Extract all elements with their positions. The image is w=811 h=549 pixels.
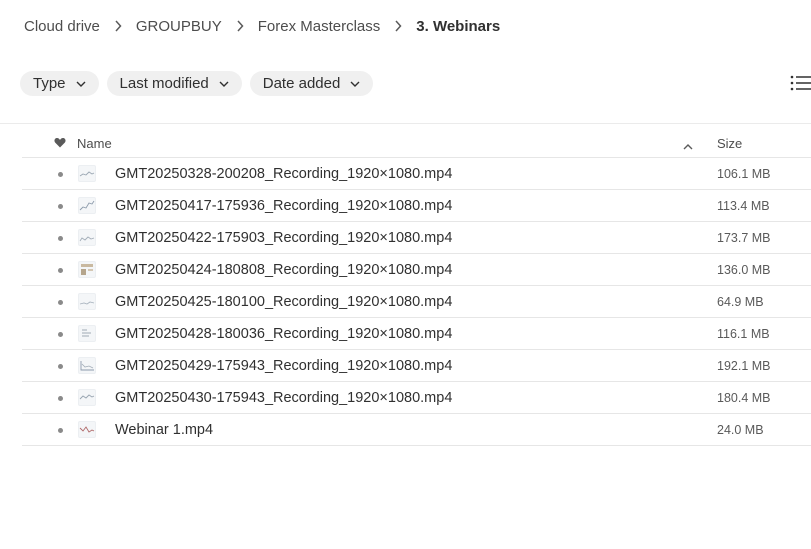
- table-row[interactable]: GMT20250429-175943_Recording_1920×1080.m…: [22, 350, 811, 382]
- file-name: GMT20250417-175936_Recording_1920×1080.m…: [115, 198, 453, 214]
- row-bullet: [58, 204, 63, 209]
- chevron-right-icon: [114, 20, 122, 32]
- last-modified-filter-button[interactable]: Last modified: [106, 71, 242, 96]
- table-row[interactable]: GMT20250430-175943_Recording_1920×1080.m…: [22, 382, 811, 414]
- file-table: Name Size GMT20250328-200208_Recording_1…: [22, 128, 811, 446]
- table-row[interactable]: Webinar 1.mp4 24.0 MB: [22, 414, 811, 446]
- file-size: 116.1 MB: [717, 327, 770, 341]
- row-bullet: [58, 428, 63, 433]
- breadcrumb-item-groupbuy[interactable]: GROUPBUY: [136, 18, 222, 35]
- row-bullet: [58, 172, 63, 177]
- video-thumbnail-icon: [78, 197, 96, 214]
- date-added-filter-label: Date added: [262, 75, 341, 92]
- divider: [0, 123, 811, 124]
- breadcrumb-item-forex-masterclass[interactable]: Forex Masterclass: [258, 18, 381, 35]
- file-size: 24.0 MB: [717, 423, 764, 437]
- table-row[interactable]: GMT20250428-180036_Recording_1920×1080.m…: [22, 318, 811, 350]
- file-name: GMT20250422-175903_Recording_1920×1080.m…: [115, 230, 453, 246]
- table-header: Name Size: [22, 128, 811, 158]
- file-name: GMT20250430-175943_Recording_1920×1080.m…: [115, 390, 453, 406]
- row-bullet: [58, 364, 63, 369]
- video-thumbnail-icon: [78, 261, 96, 278]
- list-view-icon[interactable]: [790, 73, 811, 93]
- video-thumbnail-icon: [78, 293, 96, 310]
- file-name: GMT20250429-175943_Recording_1920×1080.m…: [115, 358, 453, 374]
- row-bullet: [58, 236, 63, 241]
- row-bullet: [58, 396, 63, 401]
- video-thumbnail-icon: [78, 325, 96, 342]
- table-row[interactable]: GMT20250424-180808_Recording_1920×1080.m…: [22, 254, 811, 286]
- size-column-header[interactable]: Size: [717, 136, 742, 151]
- table-row[interactable]: GMT20250425-180100_Recording_1920×1080.m…: [22, 286, 811, 318]
- file-size: 173.7 MB: [717, 231, 771, 245]
- name-column-header[interactable]: Name: [77, 136, 112, 151]
- file-size: 192.1 MB: [717, 359, 771, 373]
- table-row[interactable]: GMT20250417-175936_Recording_1920×1080.m…: [22, 190, 811, 222]
- breadcrumb-item-cloud-drive[interactable]: Cloud drive: [24, 18, 100, 35]
- date-added-filter-button[interactable]: Date added: [249, 71, 374, 96]
- heart-icon[interactable]: [54, 136, 66, 148]
- type-filter-label: Type: [33, 75, 66, 92]
- video-thumbnail-icon: [78, 165, 96, 182]
- chevron-right-icon: [236, 20, 244, 32]
- breadcrumb-current: 3. Webinars: [416, 17, 501, 35]
- filter-bar: Type Last modified Date added: [20, 71, 374, 96]
- chevron-down-icon: [219, 81, 229, 87]
- table-row[interactable]: GMT20250328-200208_Recording_1920×1080.m…: [22, 158, 811, 190]
- chevron-down-icon: [76, 81, 86, 87]
- row-bullet: [58, 268, 63, 273]
- file-size: 136.0 MB: [717, 263, 771, 277]
- file-size: 106.1 MB: [717, 167, 771, 181]
- row-bullet: [58, 300, 63, 305]
- file-name: Webinar 1.mp4: [115, 422, 214, 438]
- file-name: GMT20250424-180808_Recording_1920×1080.m…: [115, 262, 453, 278]
- file-name: GMT20250425-180100_Recording_1920×1080.m…: [115, 294, 453, 310]
- video-thumbnail-icon: [78, 229, 96, 246]
- file-name: GMT20250428-180036_Recording_1920×1080.m…: [115, 326, 453, 342]
- table-row[interactable]: GMT20250422-175903_Recording_1920×1080.m…: [22, 222, 811, 254]
- video-thumbnail-icon: [78, 389, 96, 406]
- video-thumbnail-icon: [78, 421, 96, 438]
- breadcrumb: Cloud drive GROUPBUY Forex Masterclass 3…: [24, 16, 500, 36]
- file-size: 113.4 MB: [717, 199, 770, 213]
- file-size: 180.4 MB: [717, 391, 771, 405]
- row-bullet: [58, 332, 63, 337]
- chevron-right-icon: [394, 20, 402, 32]
- video-thumbnail-icon: [78, 357, 96, 374]
- file-size: 64.9 MB: [717, 295, 764, 309]
- sort-ascending-icon[interactable]: [683, 138, 693, 150]
- type-filter-button[interactable]: Type: [20, 71, 99, 96]
- last-modified-filter-label: Last modified: [119, 75, 209, 92]
- chevron-down-icon: [350, 81, 360, 87]
- file-name: GMT20250328-200208_Recording_1920×1080.m…: [115, 166, 453, 182]
